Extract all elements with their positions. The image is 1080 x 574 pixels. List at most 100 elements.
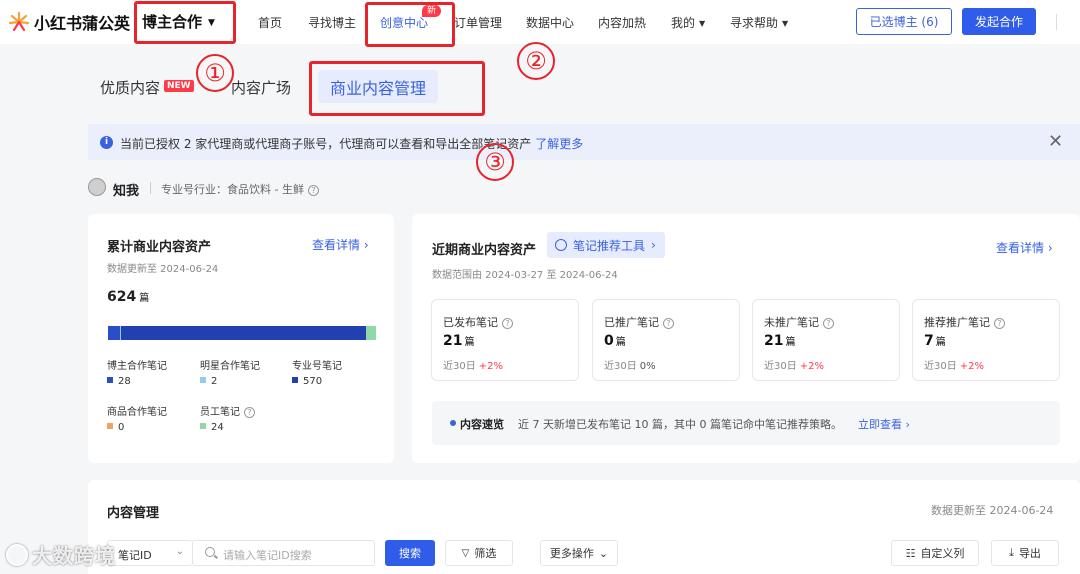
legend-label-employee-text: 员工笔记: [200, 407, 240, 418]
stacked-bar-segment: [120, 326, 366, 340]
nav-data-center[interactable]: 数据中心: [526, 14, 574, 31]
stat-label: 未推广笔记?: [764, 314, 834, 330]
legend-swatch: [107, 377, 113, 383]
close-icon[interactable]: ✕: [1048, 131, 1063, 152]
legend-label-employee: 员工笔记?: [200, 403, 255, 418]
stat-trend-label: 近30日: [604, 361, 637, 372]
overview-title: 内容速览: [460, 418, 504, 431]
watermark: 大数跨境: [6, 540, 116, 569]
nav-help[interactable]: 寻求帮助 ▼: [730, 14, 788, 31]
stat-card-promoted[interactable]: 已推广笔记? 0篇 近30日 0%: [592, 299, 740, 381]
stat-value: 21 篇: [443, 333, 474, 349]
nav-content-boost[interactable]: 内容加热: [598, 14, 646, 31]
annotation-box-1: [134, 1, 236, 44]
view-details-label: 查看详情: [312, 238, 361, 252]
nav-find-blogger[interactable]: 寻找博主: [308, 14, 356, 31]
learn-more-link[interactable]: 了解更多: [535, 137, 583, 151]
account-name: 知我: [113, 184, 140, 199]
note-recommend-tool-button[interactable]: 笔记推荐工具 ›: [547, 232, 665, 258]
help-icon[interactable]: ?: [502, 318, 513, 329]
nav-content-boost-label: 内容加热: [598, 16, 647, 30]
legend-label-blogger: 博主合作笔记: [107, 361, 167, 372]
nav-order-management-label: 订单管理: [454, 16, 503, 30]
search-field-select-value: 笔记ID: [118, 549, 152, 562]
nav-data-center-label: 数据中心: [526, 16, 575, 30]
stat-value-number: 0: [604, 333, 614, 349]
help-icon[interactable]: ?: [994, 318, 1005, 329]
caret-down-icon: ▼: [699, 19, 706, 28]
stat-trend-label: 近30日: [764, 361, 797, 372]
card-title: 近期商业内容资产: [432, 243, 537, 258]
custom-columns-button[interactable]: ☷ 自定义列: [891, 540, 979, 566]
help-icon[interactable]: ?: [823, 318, 834, 329]
custom-columns-label: 自定义列: [920, 547, 965, 560]
stat-card-unpromoted[interactable]: 未推广笔记? 21 篇 近30日 +2%: [752, 299, 900, 381]
stat-value-number: 21: [443, 333, 463, 349]
legend-value-text: 24: [211, 422, 224, 433]
nav-order-management[interactable]: 订单管理: [454, 14, 502, 31]
robot-icon: [555, 239, 567, 251]
help-icon[interactable]: ?: [307, 185, 319, 196]
stat-label: 已推广笔记?: [604, 314, 674, 330]
help-icon[interactable]: ?: [244, 407, 255, 418]
stat-value-number: 21: [764, 333, 784, 349]
legend-swatch: [107, 423, 113, 429]
stat-unit: 篇: [785, 337, 796, 348]
stat-value: 7篇: [924, 333, 946, 349]
stat-value: 21 篇: [764, 333, 795, 349]
stat-unit: 篇: [464, 337, 475, 348]
legend-label-product: 商品合作笔记: [107, 407, 167, 418]
export-button[interactable]: ⤓ 导出: [991, 540, 1059, 566]
app-logo[interactable]: 小红书蒲公英: [8, 10, 130, 34]
legend-value-product: 0: [107, 422, 124, 433]
stat-trend: 近30日 0%: [604, 357, 656, 372]
stat-trend: 近30日 +2%: [924, 357, 984, 372]
nav-home[interactable]: 首页: [258, 14, 282, 31]
content-management-section: 内容管理 数据更新至 2024-06-24 笔记ID ⌄ 请输入笔记ID搜索 搜…: [88, 480, 1080, 574]
search-button[interactable]: 搜索: [385, 540, 435, 566]
stat-card-recommended[interactable]: 推荐推广笔记? 7篇 近30日 +2%: [912, 299, 1060, 381]
content-overview: 内容速览 近 7 天新增已发布笔记 10 篇，其中 0 篇笔记命中笔记推荐策略。…: [432, 401, 1060, 445]
note-id-search-input[interactable]: 请输入笔记ID搜索: [193, 540, 375, 566]
more-actions-button[interactable]: 更多操作 ⌄: [540, 540, 618, 566]
total-count-unit: 篇: [139, 293, 150, 304]
tab-content-square[interactable]: 内容广场: [231, 77, 291, 98]
stat-trend-value: +2%: [799, 361, 824, 372]
view-details-label: 查看详情: [996, 241, 1045, 255]
account-industry: 专业号行业：食品饮料 - 生鲜?: [161, 181, 319, 197]
view-now-label: 立即查看: [858, 418, 902, 431]
nav-help-label: 寻求帮助: [730, 16, 779, 30]
legend-swatch: [200, 423, 206, 429]
stat-label-text: 推荐推广笔记: [924, 316, 990, 329]
view-details-link[interactable]: 查看详情 ›: [996, 239, 1053, 256]
annotation-box-3: [309, 61, 485, 116]
filter-button-label: 筛选: [474, 547, 497, 560]
stat-card-published[interactable]: 已发布笔记? 21 篇 近30日 +2%: [431, 299, 579, 381]
app-name: 小红书蒲公英: [34, 14, 131, 33]
legend-value-employee: 24: [200, 422, 224, 433]
stat-unit: 篇: [615, 337, 626, 348]
total-count: 624 篇: [107, 289, 149, 305]
banner-text: 当前已授权 2 家代理商或代理商子账号，代理商可以查看和导出全部笔记资产: [120, 137, 532, 151]
search-placeholder: 请输入笔记ID搜索: [223, 549, 312, 562]
stat-unit: 篇: [935, 337, 946, 348]
card-title: 累计商业内容资产: [107, 240, 212, 255]
nav-mine[interactable]: 我的 ▼: [671, 14, 705, 31]
legend-value-celebrity: 2: [200, 376, 217, 387]
export-label: 导出: [1018, 547, 1041, 560]
chevron-right-icon: ›: [651, 238, 656, 252]
view-details-link[interactable]: 查看详情 ›: [312, 236, 369, 253]
search-icon: [205, 547, 215, 557]
update-date: 数据更新至 2024-06-24: [107, 264, 219, 275]
legend-swatch: [200, 377, 206, 383]
tab-quality-content[interactable]: 优质内容: [100, 77, 160, 98]
launch-cooperation-button[interactable]: 发起合作: [962, 8, 1036, 35]
view-now-link[interactable]: 立即查看 ›: [858, 416, 910, 432]
stat-trend-value: +2%: [959, 361, 984, 372]
search-field-select[interactable]: 笔记ID ⌄: [107, 540, 193, 566]
legend-label-celebrity: 明星合作笔记: [200, 361, 260, 372]
filter-button[interactable]: ▽ 筛选: [445, 540, 513, 566]
annotation-number-2: ②: [517, 42, 555, 80]
selected-bloggers-button[interactable]: 已选博主 (6): [856, 8, 952, 35]
help-icon[interactable]: ?: [663, 318, 674, 329]
